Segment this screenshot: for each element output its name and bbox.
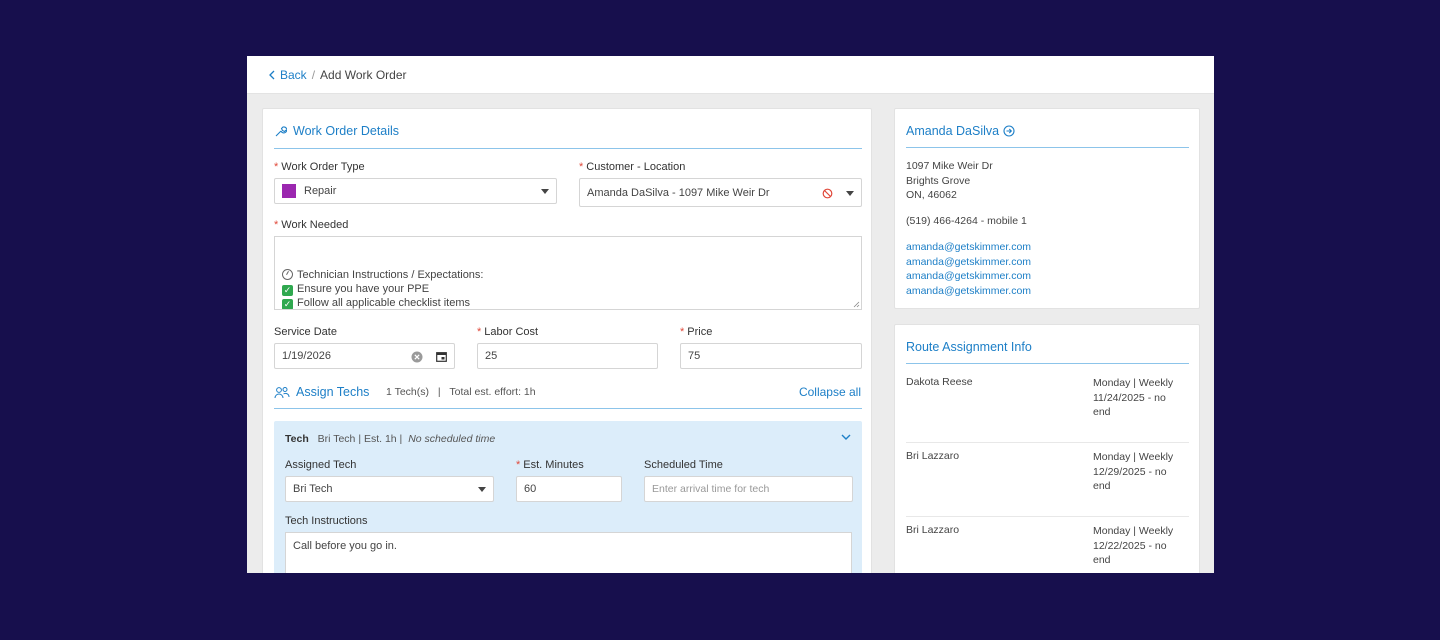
summary-divider: | <box>437 386 441 398</box>
address-line: 1097 Mike Weir Dr <box>906 160 993 172</box>
work-order-type-value: Repair <box>304 185 337 197</box>
arrow-circle-right-icon <box>1003 125 1015 137</box>
est-minutes-label: * Est. Minutes <box>516 459 584 471</box>
app-window: Back / Add Work Order Work Order Details… <box>247 56 1214 573</box>
calendar-icon[interactable] <box>436 351 447 362</box>
labor-cost-input[interactable]: 25 <box>477 343 658 369</box>
clear-date-icon[interactable] <box>411 351 423 363</box>
type-color-swatch <box>282 184 296 198</box>
techs-summary: 1 Tech(s) | Total est. effort: 1h <box>386 386 536 398</box>
users-icon <box>274 386 290 398</box>
assigned-tech-value: Bri Tech <box>293 483 333 495</box>
breadcrumb: Back / Add Work Order <box>247 56 1214 94</box>
clear-icon[interactable] <box>822 188 833 199</box>
price-value: 75 <box>688 350 701 362</box>
labor-cost-label: * Labor Cost <box>477 326 539 338</box>
techs-count: 1 Tech(s) <box>386 386 429 398</box>
labor-cost-value: 25 <box>485 350 498 362</box>
customer-name: Amanda DaSilva <box>906 124 1000 138</box>
service-date-value: 1/19/2026 <box>282 350 331 362</box>
customer-divider <box>906 147 1189 148</box>
customer-name-link[interactable]: Amanda DaSilva <box>906 124 1015 138</box>
work-needed-textarea[interactable]: Technician Instructions / Expectations: … <box>274 236 862 310</box>
work-needed-line: ✓ Follow all applicable checklist items <box>282 297 471 309</box>
checkmark-icon: ✓ <box>282 285 293 296</box>
collapse-all-link[interactable]: Collapse all <box>799 385 861 399</box>
customer-address: 1097 Mike Weir Dr Brights Grove ON, 4606… <box>906 159 993 203</box>
customer-phone: (519) 466-4264 - mobile 1 <box>906 215 1027 227</box>
work-needed-label: * Work Needed <box>274 219 349 231</box>
email-link[interactable]: amanda@getskimmer.com <box>906 284 1031 299</box>
assign-techs-title: Assign Techs <box>296 385 370 399</box>
section-title: Work Order Details <box>293 124 400 138</box>
scheduled-time-label: Scheduled Time <box>644 459 723 471</box>
email-link[interactable]: amanda@getskimmer.com <box>906 269 1031 284</box>
section-divider <box>274 148 862 149</box>
email-link[interactable]: amanda@getskimmer.com <box>906 255 1031 270</box>
route-schedule: Monday | Weekly 11/24/2025 - no end <box>1093 377 1174 419</box>
work-needed-line: Technician Instructions / Expectations: <box>282 268 854 282</box>
price-input[interactable]: 75 <box>680 343 862 369</box>
tech-card-header[interactable]: Tech Bri Tech | Est. 1h | No scheduled t… <box>285 433 495 445</box>
chevron-left-icon <box>269 70 275 79</box>
route-divider <box>906 363 1189 364</box>
assign-divider <box>274 408 862 409</box>
assigned-tech-select[interactable]: Bri Tech <box>285 476 494 502</box>
service-date-label: Service Date <box>274 326 337 338</box>
customer-location-label: * Customer - Location <box>579 161 686 173</box>
chevron-down-icon[interactable] <box>841 434 851 441</box>
route-tech-name: Bri Lazzaro <box>906 524 960 536</box>
tech-instructions-label: Tech Instructions <box>285 515 368 527</box>
route-tech-name: Bri Lazzaro <box>906 450 960 462</box>
tech-instructions-textarea[interactable]: Call before you go in. <box>285 532 852 573</box>
clock-icon <box>282 269 293 280</box>
page-title: Add Work Order <box>320 67 407 82</box>
service-date-input[interactable]: 1/19/2026 <box>274 343 455 369</box>
route-tech-name: Dakota Reese <box>906 376 973 388</box>
work-order-type-select[interactable]: Repair <box>274 178 557 204</box>
total-effort: Total est. effort: 1h <box>449 386 536 398</box>
work-order-details-panel: Work Order Details * Work Order Type Repa… <box>262 108 872 573</box>
chevron-down-icon <box>541 189 549 194</box>
route-assignment-title: Route Assignment Info <box>906 340 1032 354</box>
back-label: Back <box>280 67 307 82</box>
work-order-details-header: Work Order Details <box>274 124 399 138</box>
scheduled-time-placeholder: Enter arrival time for tech <box>652 483 770 495</box>
route-assignment-panel: Route Assignment Info Dakota Reese Monda… <box>894 324 1200 573</box>
address-line: ON, 46062 <box>906 189 957 202</box>
work-order-type-label: * Work Order Type <box>274 161 365 173</box>
address-line: Brights Grove <box>906 174 971 187</box>
wrench-icon <box>275 125 287 136</box>
work-needed-line: ✓ Ensure you have your PPE <box>282 283 430 296</box>
customer-info-panel: Amanda DaSilva 1097 Mike Weir Dr Brights… <box>894 108 1200 309</box>
est-minutes-input[interactable]: 60 <box>516 476 622 502</box>
assigned-tech-label: Assigned Tech <box>285 459 357 471</box>
scheduled-time-input[interactable]: Enter arrival time for tech <box>644 476 853 502</box>
route-schedule: Monday | Weekly 12/22/2025 - no end <box>1093 525 1174 567</box>
schedule-note: No scheduled time <box>408 433 496 445</box>
price-label: * Price <box>680 326 713 338</box>
route-schedule: Monday | Weekly 12/29/2025 - no end <box>1093 451 1174 493</box>
tech-card: Tech Bri Tech | Est. 1h | No scheduled t… <box>274 421 862 573</box>
resize-handle-icon[interactable] <box>853 301 860 308</box>
route-row: Bri Lazzaro Monday | Weekly 12/29/2025 -… <box>906 443 1189 517</box>
customer-location-value: Amanda DaSilva - 1097 Mike Weir Dr <box>587 186 770 199</box>
chevron-down-icon <box>846 190 854 196</box>
tech-instructions-value: Call before you go in. <box>293 540 397 552</box>
email-link[interactable]: amanda@getskimmer.com <box>906 240 1031 255</box>
est-minutes-value: 60 <box>524 483 537 495</box>
assign-techs-header: Assign Techs <box>274 385 369 399</box>
customer-location-select[interactable]: Amanda DaSilva - 1097 Mike Weir Dr <box>579 178 862 207</box>
checkmark-icon: ✓ <box>282 299 293 309</box>
tech-summary: Bri Tech | Est. 1h | <box>317 433 403 445</box>
chevron-down-icon <box>478 487 486 492</box>
tech-header-label: Tech <box>285 433 309 445</box>
route-row: Dakota Reese Monday | Weekly 11/24/2025 … <box>906 369 1189 443</box>
breadcrumb-separator: / <box>311 67 316 82</box>
back-link[interactable]: Back <box>268 68 307 82</box>
route-row: Bri Lazzaro Monday | Weekly 12/22/2025 -… <box>906 517 1189 573</box>
customer-emails: amanda@getskimmer.com amanda@getskimmer.… <box>906 240 1031 299</box>
